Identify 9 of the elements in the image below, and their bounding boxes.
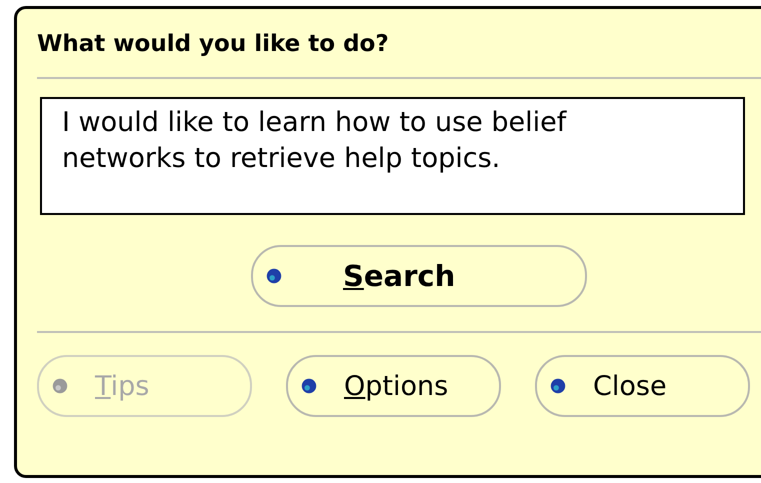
balloon-button[interactable]: Close xyxy=(535,355,750,417)
bullet-icon xyxy=(300,377,318,395)
balloon-button[interactable]: Options xyxy=(286,355,501,417)
search-button[interactable]: Search xyxy=(251,245,587,307)
balloon-title: What would you like to do? xyxy=(37,31,390,59)
query-field[interactable]: I would like to learn how to use belief networks to retrieve help topics. xyxy=(40,97,745,215)
bullet-icon xyxy=(265,267,283,285)
bullet-icon xyxy=(51,377,69,395)
bullet-icon xyxy=(549,377,567,395)
